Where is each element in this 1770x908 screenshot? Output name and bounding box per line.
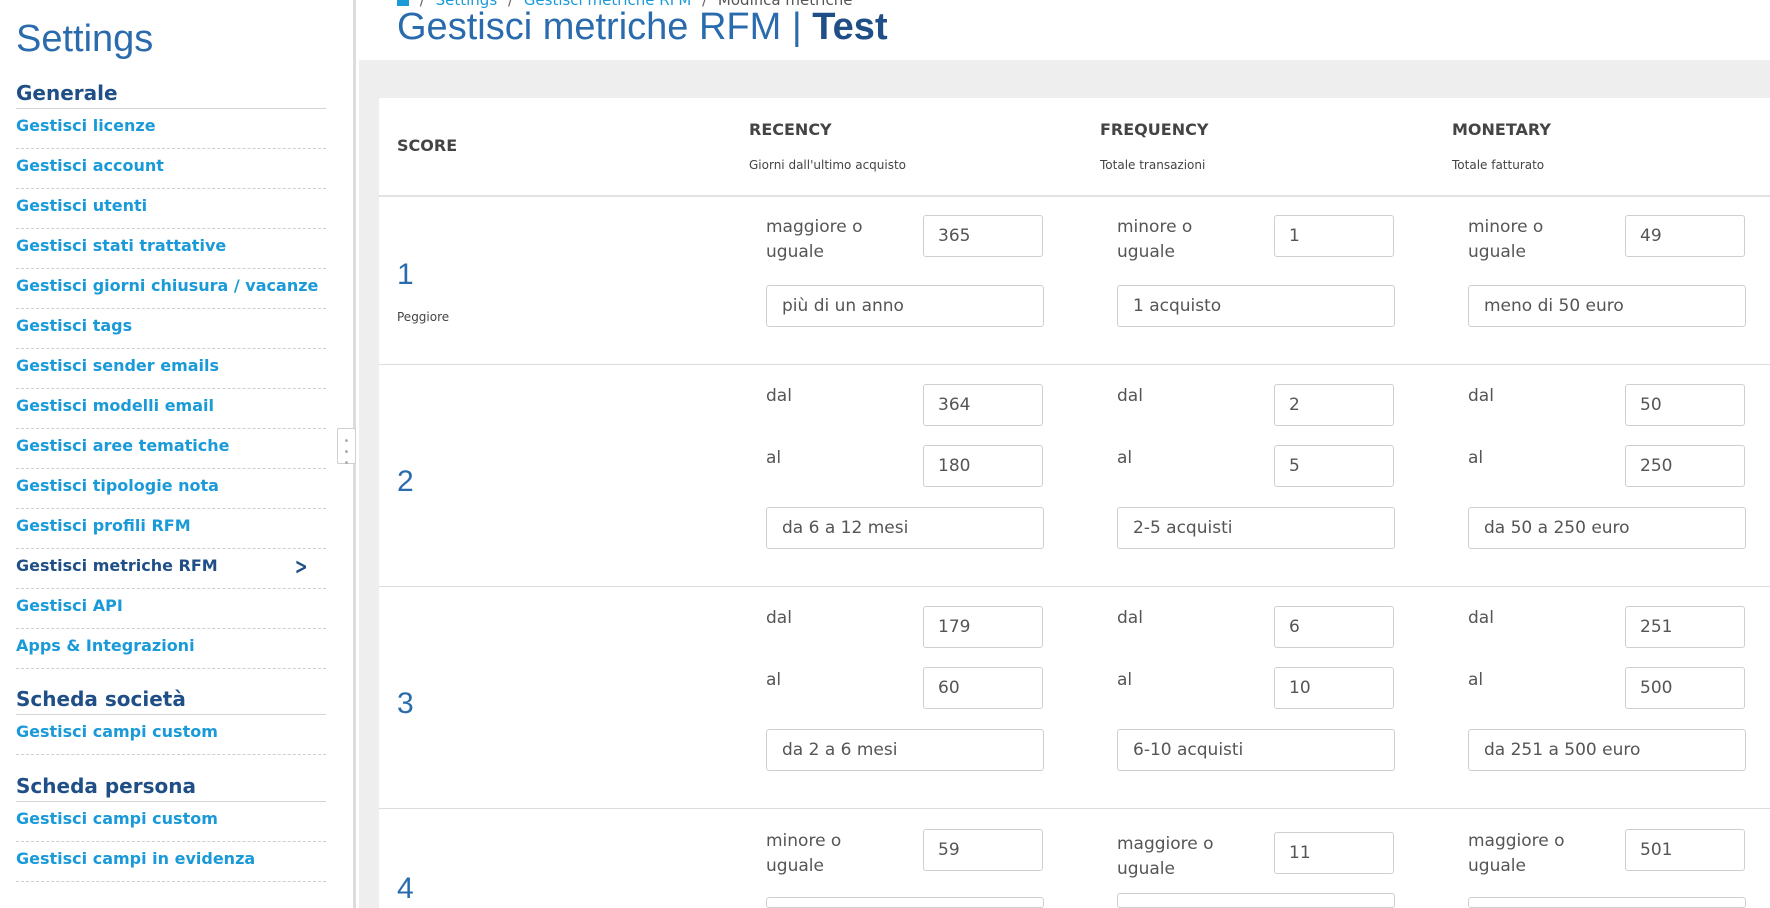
frequency-3-from-label: dal [1117,608,1143,628]
monetary-4-value-input[interactable]: 501 [1625,829,1745,871]
recency-2-to-label: al [766,448,782,468]
section-heading-scheda-persona: Scheda persona [16,774,326,802]
section-heading-generale: Generale [16,81,326,109]
sidebar-item-licenze[interactable]: Gestisci licenze [16,109,326,149]
header-frequency-sub: Totale transazioni [1100,158,1206,172]
score-2: 2 [397,465,414,498]
recency-3-to-label: al [766,670,782,690]
sidebar-item-profili-rfm[interactable]: Gestisci profili RFM [16,509,326,549]
sidebar-item-stati-trattative[interactable]: Gestisci stati trattative [16,229,326,269]
sidebar-item-api[interactable]: Gestisci API [16,589,326,629]
frequency-2-from-input[interactable]: 2 [1274,384,1394,426]
header-divider [379,195,1770,197]
frequency-1-desc-input[interactable]: 1 acquisto [1117,285,1395,327]
score-4: 4 [397,872,414,905]
header-frequency: FREQUENCY [1100,120,1209,139]
frequency-3-desc-input[interactable]: 6-10 acquisti [1117,729,1395,771]
page-title: Gestisci metriche RFM | Test [397,6,888,48]
recency-1-value-input[interactable]: 365 [923,215,1043,257]
recency-4-op: minore o uguale [766,831,842,876]
sidebar-item-giorni-chiusura[interactable]: Gestisci giorni chiusura / vacanze [16,269,326,309]
section-heading-scheda-societa: Scheda società [16,687,326,715]
sidebar-item-aree-tematiche[interactable]: Gestisci aree tematiche [16,429,326,469]
sidebar-item-utenti[interactable]: Gestisci utenti [16,189,326,229]
recency-2-desc-input[interactable]: da 6 a 12 mesi [766,507,1044,549]
recency-1-desc-input[interactable]: più di un anno [766,285,1044,327]
sidebar-item-tags[interactable]: Gestisci tags [16,309,326,349]
recency-4-value-input[interactable]: 59 [923,829,1043,871]
row-divider [379,364,1770,365]
sidebar-item-metriche-rfm[interactable]: Gestisci metriche RFM > [16,549,326,589]
frequency-1-op: minore o uguale [1117,217,1193,262]
frequency-2-desc-input[interactable]: 2-5 acquisti [1117,507,1395,549]
sidebar-item-campi-custom-societa[interactable]: Gestisci campi custom [16,715,326,755]
monetary-3-desc-input[interactable]: da 251 a 500 euro [1468,729,1746,771]
monetary-3-from-label: dal [1468,608,1494,628]
recency-1-op: maggiore o uguale [766,217,863,262]
score-3: 3 [397,687,414,720]
frequency-4-desc-input[interactable] [1117,893,1395,908]
sidebar-title: Settings [16,18,154,60]
recency-2-to-input[interactable]: 180 [923,445,1043,487]
row-divider [379,808,1770,809]
score-1-label: Peggiore [397,310,450,324]
score-1: 1 [397,258,414,291]
header-monetary: MONETARY [1452,120,1551,139]
chevron-right-icon: > [294,555,308,580]
header-recency: RECENCY [749,120,832,139]
monetary-2-to-input[interactable]: 250 [1625,445,1745,487]
monetary-2-to-label: al [1468,448,1484,468]
header-recency-sub: Giorni dall'ultimo acquisto [749,158,907,172]
sidebar-item-tipologie-nota[interactable]: Gestisci tipologie nota [16,469,326,509]
sidebar-item-campi-evidenza[interactable]: Gestisci campi in evidenza [16,842,326,882]
sidebar-item-account[interactable]: Gestisci account [16,149,326,189]
recency-2-from-label: dal [766,386,792,406]
monetary-3-to-label: al [1468,670,1484,690]
recency-3-from-label: dal [766,608,792,628]
sidebar-item-modelli-email[interactable]: Gestisci modelli email [16,389,326,429]
frequency-4-value-input[interactable]: 11 [1274,832,1394,874]
page-subtitle: Test [812,6,888,48]
settings-sidebar: Settings Generale Gestisci licenze Gesti… [0,0,356,908]
recency-2-from-input[interactable]: 364 [923,384,1043,426]
monetary-4-op: maggiore o uguale [1468,831,1565,876]
monetary-2-from-label: dal [1468,386,1494,406]
sidebar-item-label: Gestisci metriche RFM [16,556,218,575]
row-divider [379,586,1770,587]
frequency-1-value-input[interactable]: 1 [1274,215,1394,257]
home-icon[interactable] [397,0,409,6]
recency-3-desc-input[interactable]: da 2 a 6 mesi [766,729,1044,771]
recency-4-desc-input[interactable] [766,897,1044,908]
frequency-3-to-input[interactable]: 10 [1274,667,1394,709]
monetary-2-from-input[interactable]: 50 [1625,384,1745,426]
monetary-1-value-input[interactable]: 49 [1625,215,1745,257]
monetary-3-from-input[interactable]: 251 [1625,606,1745,648]
frequency-3-from-input[interactable]: 6 [1274,606,1394,648]
header-monetary-sub: Totale fatturato [1452,158,1545,172]
sidebar-item-apps-integrazioni[interactable]: Apps & Integrazioni [16,629,326,669]
frequency-2-to-input[interactable]: 5 [1274,445,1394,487]
monetary-1-desc-input[interactable]: meno di 50 euro [1468,285,1746,327]
frequency-3-to-label: al [1117,670,1133,690]
page-header: / Settings / Gestisci metriche RFM / Mod… [359,0,1770,60]
frequency-2-to-label: al [1117,448,1133,468]
sidebar-item-sender-emails[interactable]: Gestisci sender emails [16,349,326,389]
frequency-4-op: maggiore o uguale [1117,834,1214,879]
monetary-2-desc-input[interactable]: da 50 a 250 euro [1468,507,1746,549]
monetary-3-to-input[interactable]: 500 [1625,667,1745,709]
monetary-1-op: minore o uguale [1468,217,1544,262]
header-score: SCORE [397,136,458,155]
frequency-2-from-label: dal [1117,386,1143,406]
recency-3-from-input[interactable]: 179 [923,606,1043,648]
monetary-4-desc-input[interactable] [1468,897,1746,908]
recency-3-to-input[interactable]: 60 [923,667,1043,709]
drag-handle-icon[interactable]: • • • [337,428,356,469]
sidebar-item-campi-custom-persona[interactable]: Gestisci campi custom [16,802,326,842]
